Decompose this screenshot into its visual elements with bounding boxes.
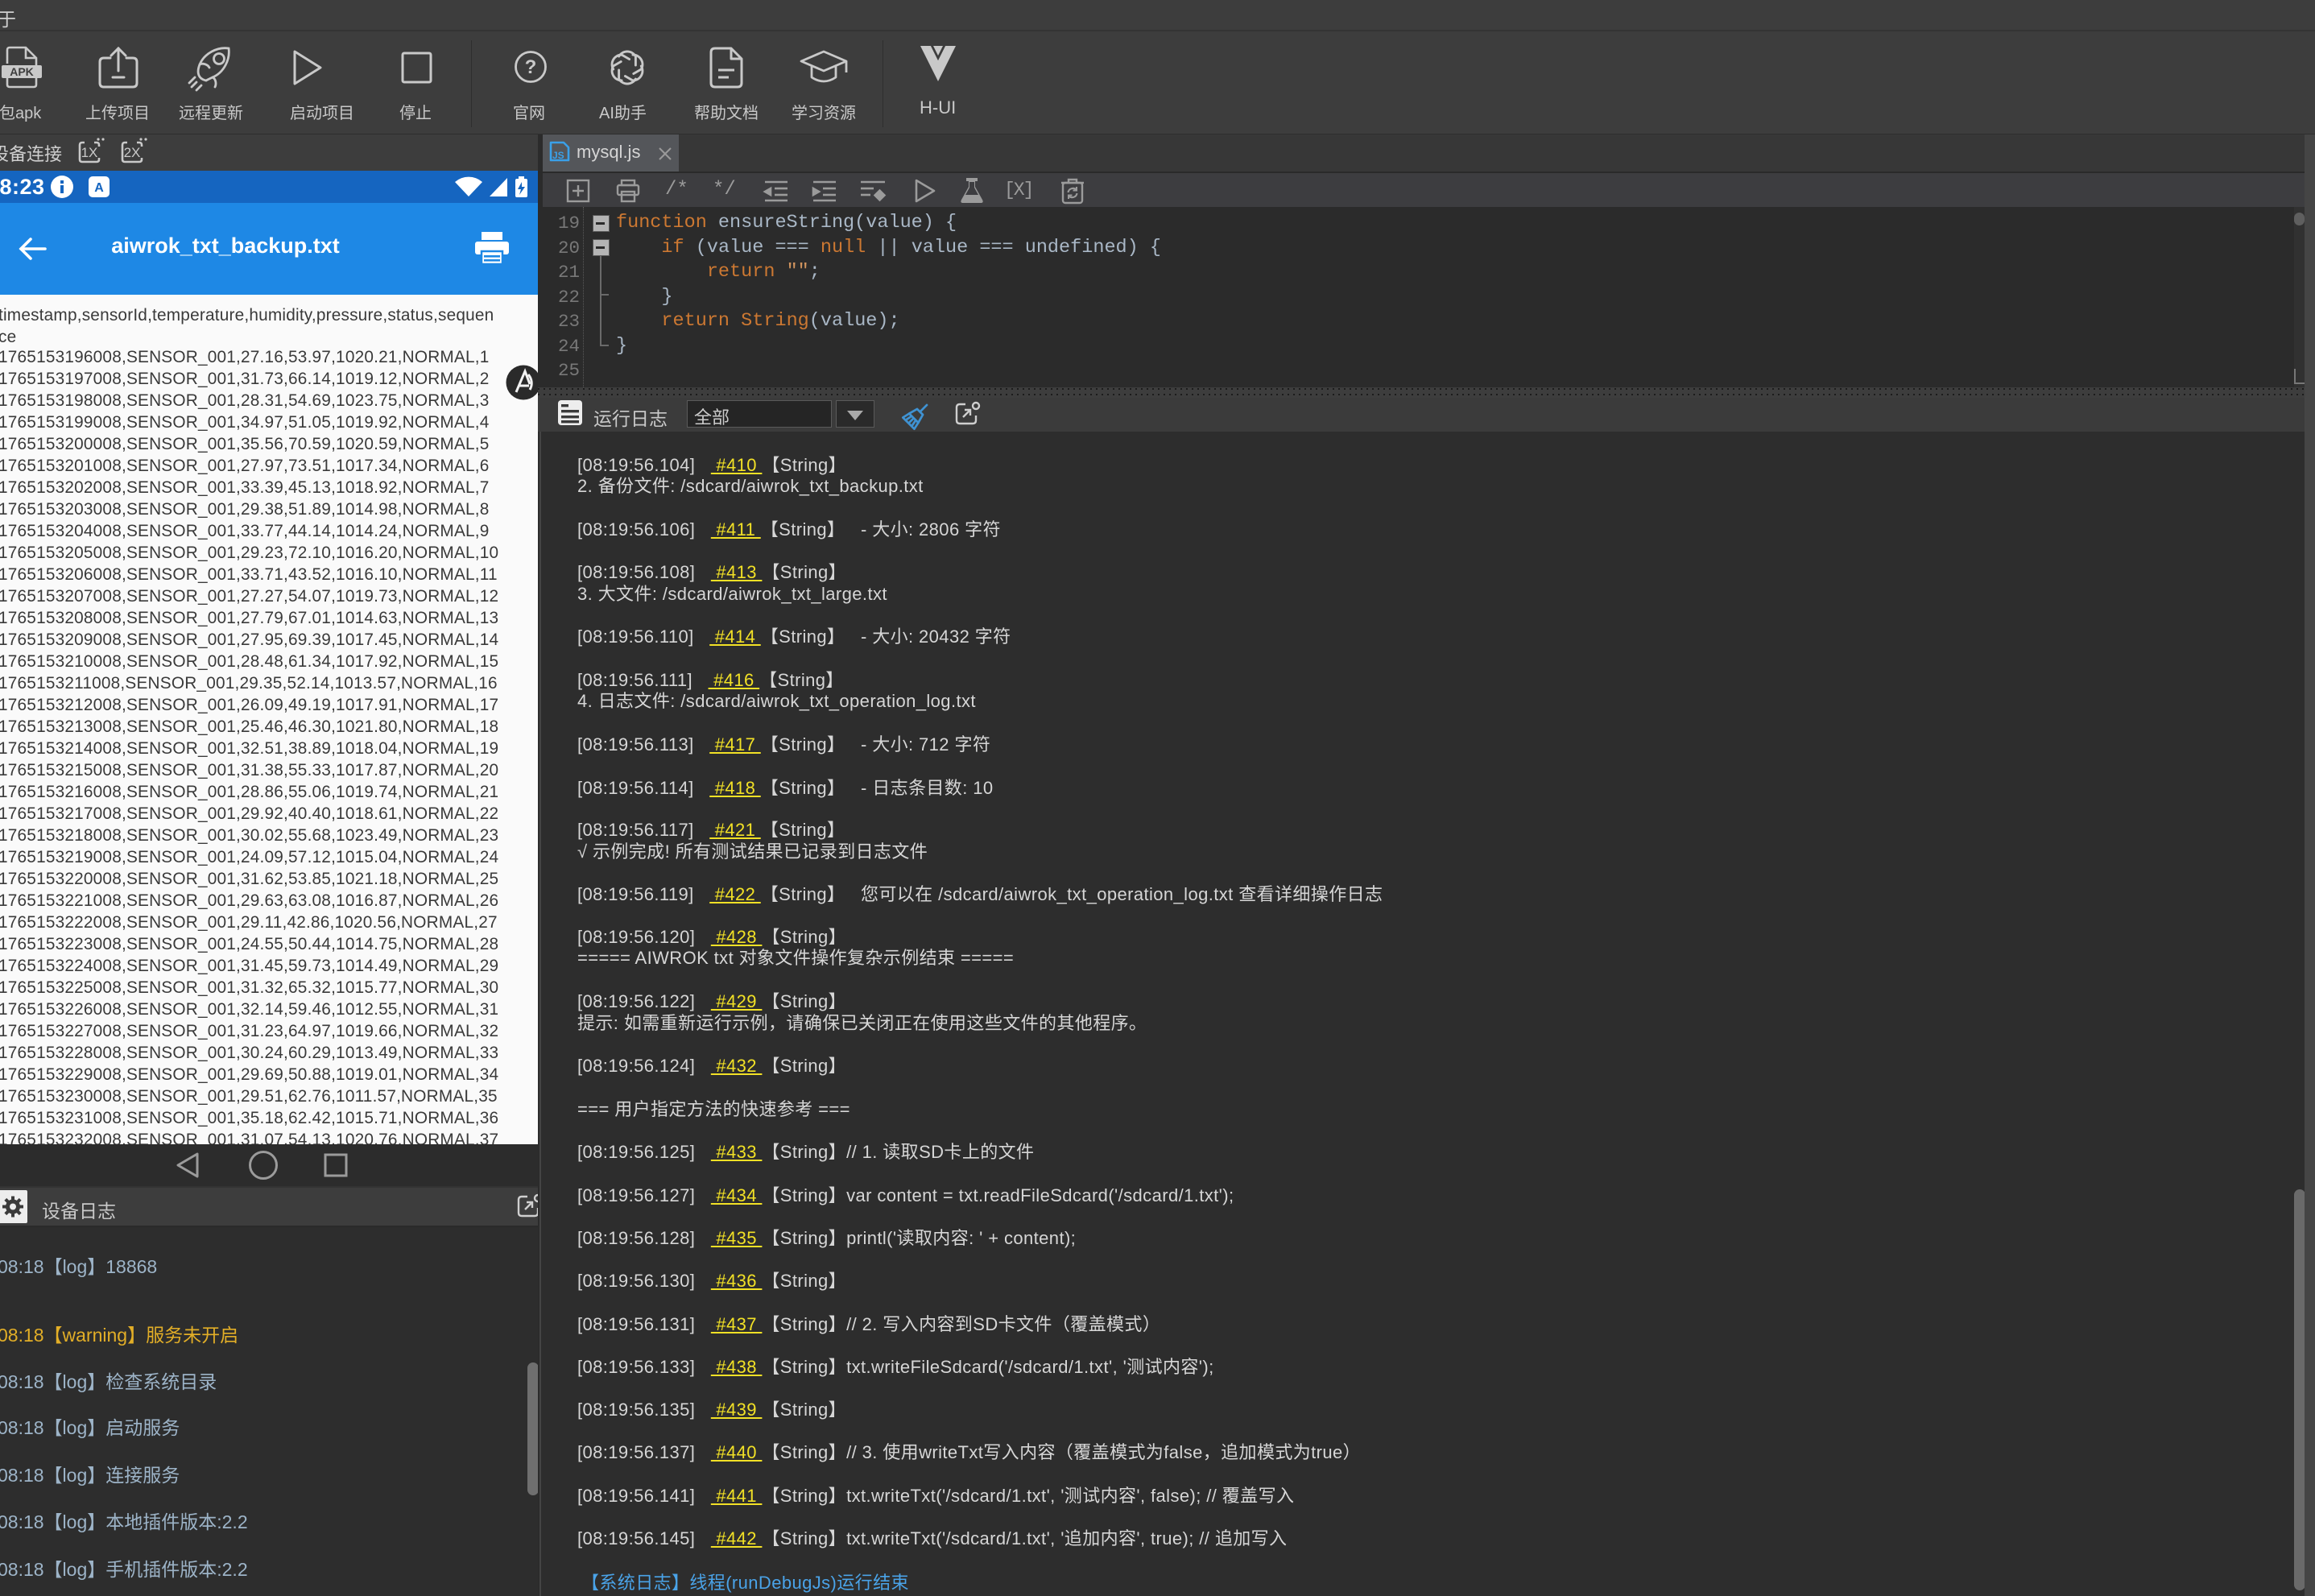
svg-text:JS: JS — [552, 150, 564, 161]
svg-text:APK: APK — [10, 65, 34, 78]
svg-text:2X: 2X — [124, 145, 141, 160]
svg-text:?: ? — [525, 56, 537, 78]
svg-text:A: A — [94, 181, 104, 195]
svg-text:1X: 1X — [81, 145, 98, 160]
